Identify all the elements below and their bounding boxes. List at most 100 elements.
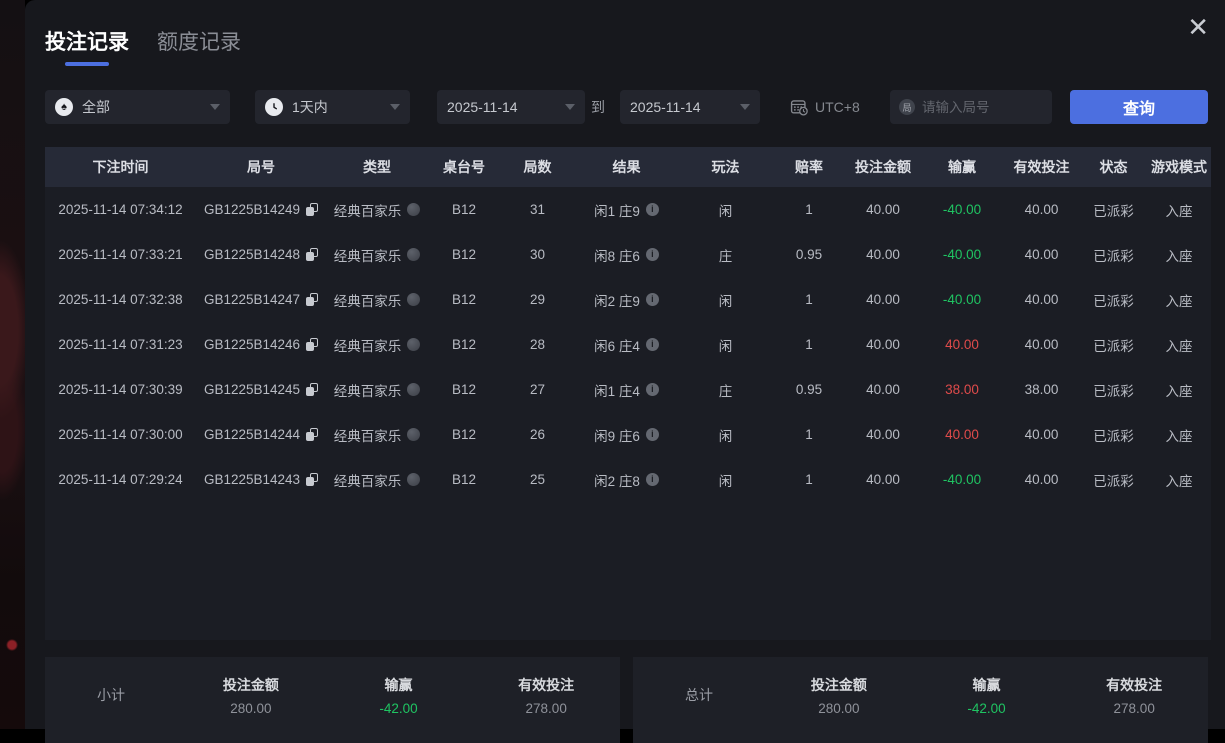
copy-icon[interactable] [306, 473, 319, 486]
cell-odds: 1 [805, 472, 813, 487]
info-icon[interactable] [645, 248, 659, 261]
cell-bet-time: 2025-11-14 07:32:38 [58, 292, 183, 307]
column-header: 赔率 [795, 159, 823, 175]
info-icon[interactable] [645, 203, 659, 216]
cell-round-id: GB1225B14244 [196, 427, 326, 442]
table-row: 2025-11-14 07:30:39 GB1225B14245 经典百家乐 B… [45, 367, 1211, 412]
cell-status: 已派彩 [1093, 293, 1134, 309]
column-header: 有效投注 [1013, 159, 1070, 175]
cell-game-mode: 入座 [1165, 473, 1193, 489]
cell-game-type: 经典百家乐 [326, 380, 428, 400]
date-from-select[interactable]: 2025-11-14 [437, 90, 585, 124]
time-range-dropdown[interactable]: 1天内 [255, 90, 410, 124]
calendar-clock-icon[interactable] [790, 98, 808, 116]
subtotal-valid-value: 278.00 [525, 701, 567, 716]
cell-round-id: GB1225B14249 [196, 202, 326, 217]
subtotal-bet-col: 投注金额 280.00 [177, 675, 325, 716]
info-icon[interactable] [645, 428, 659, 441]
game-dot-icon [407, 383, 421, 396]
subtotal-label: 小计 [97, 687, 125, 703]
cell-round-no: 30 [529, 247, 546, 262]
cell-result: 闲1 庄9 [575, 200, 678, 220]
round-number-input[interactable] [922, 99, 1043, 115]
cell-table-no: B12 [451, 247, 477, 262]
cell-play: 庄 [718, 383, 733, 399]
page-backdrop [0, 0, 25, 729]
cell-table-no: B12 [451, 427, 477, 442]
cell-bet-amount: 40.00 [866, 472, 900, 487]
date-from-value: 2025-11-14 [447, 99, 518, 115]
column-header: 玩法 [711, 159, 740, 175]
cell-status: 已派彩 [1093, 473, 1134, 489]
cell-table-no: B12 [451, 382, 477, 397]
valid-bet-label: 有效投注 [518, 677, 575, 693]
cell-play: 闲 [718, 293, 733, 309]
cell-result: 闲1 庄4 [575, 380, 678, 400]
cell-round-id: GB1225B14247 [196, 292, 326, 307]
cell-round-no: 26 [529, 427, 546, 442]
game-type-value: 全部 [82, 99, 110, 115]
subtotal-card: 小计 投注金额 280.00 输赢 -42.00 有效投注 278.00 [45, 657, 620, 743]
table-header-row: 下注时间 局号 类型 桌台号 局数 结果 玩法 赔率 投注金额 输赢 有效投注 状态 游戏模式 [45, 147, 1211, 187]
cell-game-mode: 入座 [1165, 383, 1193, 399]
total-valid-col: 有效投注 278.00 [1060, 675, 1208, 716]
cell-odds: 0.95 [795, 382, 823, 397]
cell-play: 闲 [718, 473, 733, 489]
tab-label: 投注记录 [45, 31, 129, 54]
table-row: 2025-11-14 07:34:12 GB1225B14249 经典百家乐 B… [45, 187, 1211, 232]
subtotal-winloss-col: 输赢 -42.00 [325, 675, 473, 716]
cell-game-type: 经典百家乐 [326, 200, 428, 220]
cell-bet-amount: 40.00 [866, 202, 900, 217]
column-header: 输赢 [948, 159, 976, 175]
tab-betting-records[interactable]: 投注记录 [45, 26, 129, 66]
cell-play: 庄 [718, 248, 733, 264]
copy-icon[interactable] [306, 338, 319, 351]
table-row: 2025-11-14 07:31:23 GB1225B14246 经典百家乐 B… [45, 322, 1211, 367]
tab-bar: 投注记录 额度记录 [45, 26, 241, 66]
info-icon[interactable] [645, 473, 659, 486]
cell-valid-bet: 40.00 [1024, 337, 1059, 352]
spade-icon [55, 98, 73, 116]
copy-icon[interactable] [306, 428, 319, 441]
betting-records-modal: ✕ 投注记录 额度记录 全部 1天内 2025-11-14 到 2025 [25, 0, 1225, 743]
info-icon[interactable] [645, 338, 659, 351]
game-dot-icon [407, 293, 421, 306]
chevron-down-icon [390, 104, 400, 110]
cell-valid-bet: 40.00 [1024, 247, 1059, 262]
cell-game-type: 经典百家乐 [326, 335, 428, 355]
date-to-select[interactable]: 2025-11-14 [620, 90, 760, 124]
close-icon[interactable]: ✕ [1187, 14, 1209, 40]
copy-icon[interactable] [306, 203, 319, 216]
cell-win-loss: -40.00 [942, 472, 982, 487]
game-type-dropdown[interactable]: 全部 [45, 90, 230, 124]
total-label: 总计 [685, 687, 713, 703]
cell-win-loss: -40.00 [942, 202, 982, 217]
total-card: 总计 投注金额 280.00 输赢 -42.00 有效投注 278.00 [633, 657, 1208, 743]
valid-bet-label: 有效投注 [1106, 677, 1163, 693]
copy-icon[interactable] [306, 293, 319, 306]
cell-odds: 1 [805, 427, 813, 442]
tab-label: 额度记录 [157, 31, 241, 54]
cell-play: 闲 [718, 338, 733, 354]
column-header: 桌台号 [443, 159, 485, 175]
copy-icon[interactable] [306, 248, 319, 261]
copy-icon[interactable] [306, 383, 319, 396]
info-icon[interactable] [645, 293, 659, 306]
cell-valid-bet: 40.00 [1024, 427, 1059, 442]
tab-quota-records[interactable]: 额度记录 [157, 26, 241, 66]
round-number-icon: 局 [899, 99, 915, 115]
table-row: 2025-11-14 07:30:00 GB1225B14244 经典百家乐 B… [45, 412, 1211, 457]
cell-round-no: 27 [529, 382, 546, 397]
table-row: 2025-11-14 07:29:24 GB1225B14243 经典百家乐 B… [45, 457, 1211, 502]
query-button[interactable]: 查询 [1070, 90, 1208, 124]
cell-valid-bet: 40.00 [1024, 292, 1059, 307]
cell-result: 闲9 庄6 [575, 425, 678, 445]
cell-win-loss: 40.00 [945, 427, 979, 442]
cell-odds: 1 [805, 202, 813, 217]
date-range-to-label: 到 [591, 99, 605, 115]
cell-round-no: 28 [529, 337, 546, 352]
info-icon[interactable] [645, 383, 659, 396]
column-header: 局数 [523, 159, 552, 175]
cell-round-id: GB1225B14246 [196, 337, 326, 352]
cell-bet-time: 2025-11-14 07:33:21 [58, 247, 183, 262]
